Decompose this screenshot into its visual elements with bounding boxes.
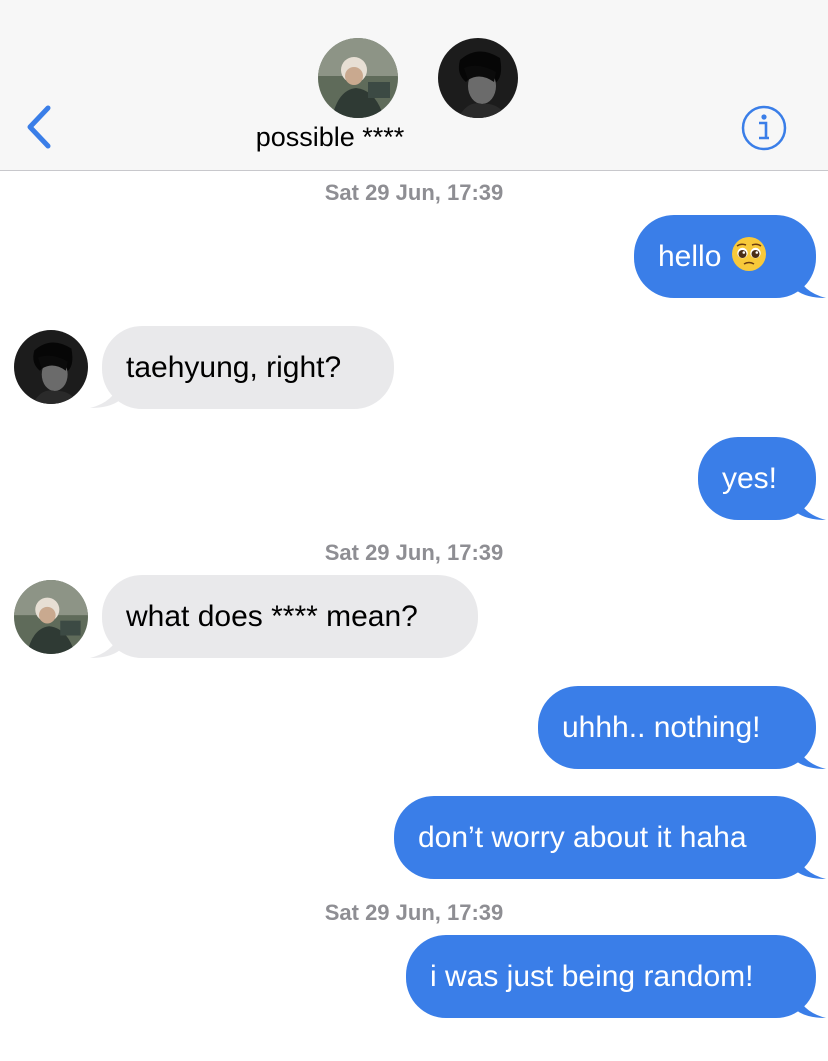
- conversation-header: possible ****: [0, 0, 828, 171]
- sender-avatar[interactable]: [14, 580, 88, 654]
- group-avatar-1[interactable]: [318, 38, 398, 118]
- incoming-message[interactable]: what does **** mean?: [102, 575, 478, 658]
- message-text: don’t worry about it haha: [418, 821, 747, 854]
- message-text: yes!: [722, 462, 778, 495]
- outgoing-message[interactable]: don’t worry about it haha: [394, 796, 816, 879]
- bubble-tail: [796, 494, 826, 520]
- info-icon: [741, 105, 787, 151]
- message-text: taehyung, right?: [126, 351, 342, 384]
- outgoing-message[interactable]: hello: [634, 215, 816, 298]
- incoming-message[interactable]: taehyung, right?: [102, 326, 394, 409]
- avatar-dark-hair: [438, 38, 518, 118]
- sender-avatar[interactable]: [14, 330, 88, 404]
- pleading-face-emoji-icon: [732, 237, 767, 271]
- message-text: hello: [658, 240, 722, 273]
- conversation-title[interactable]: possible ****: [0, 122, 660, 153]
- outgoing-message[interactable]: uhhh.. nothing!: [538, 686, 816, 769]
- timestamp: Sat 29 Jun, 17:39: [324, 180, 504, 205]
- bubble-tail: [796, 743, 826, 769]
- bubble-tail: [796, 992, 826, 1018]
- message-text: i was just being random!: [430, 960, 754, 993]
- timestamp: Sat 29 Jun, 17:39: [324, 540, 504, 565]
- group-avatar-2[interactable]: [438, 38, 518, 118]
- avatar-dark-hair: [14, 330, 88, 404]
- avatar-light-hair: [14, 580, 88, 654]
- outgoing-message[interactable]: i was just being random!: [406, 935, 816, 1018]
- info-button[interactable]: [740, 104, 788, 152]
- timestamp: Sat 29 Jun, 17:39: [324, 900, 504, 925]
- message-text: uhhh.. nothing!: [562, 711, 761, 744]
- bubble-tail: [796, 272, 826, 298]
- avatar-light-hair: [318, 38, 398, 118]
- message-text: what does **** mean?: [126, 600, 418, 633]
- bubble-tail: [796, 853, 826, 879]
